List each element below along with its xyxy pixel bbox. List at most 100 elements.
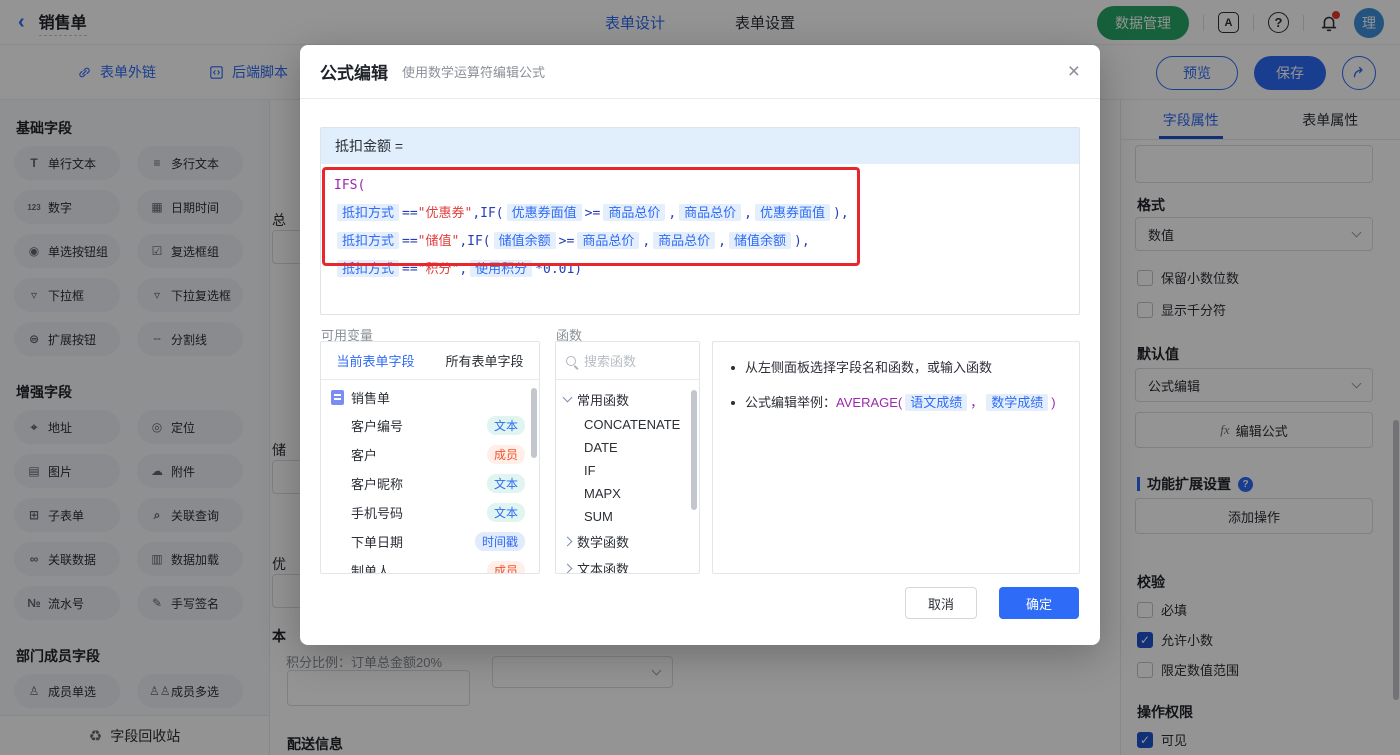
field-chip: 优惠券面值: [507, 204, 582, 221]
var-field-row[interactable]: 客户编号 文本: [321, 411, 539, 440]
modal-footer: 取消 确定: [905, 587, 1079, 619]
formula-token: >=: [559, 234, 575, 249]
form-icon: [331, 390, 344, 405]
function-item[interactable]: DATE: [556, 436, 699, 459]
formula-token: ,: [744, 206, 752, 221]
formula-token: >=: [585, 206, 601, 221]
var-field-row[interactable]: 客户昵称 文本: [321, 469, 539, 498]
modal-title: 公式编辑: [320, 59, 388, 84]
formula-token: ,: [668, 206, 676, 221]
field-chip: 使用积分: [470, 260, 532, 277]
cancel-button[interactable]: 取消: [905, 587, 977, 619]
formula-token: ),: [794, 234, 810, 249]
tip-example-line: 公式编辑举例：AVERAGE(语文成绩，数学成绩): [731, 393, 1061, 413]
example-prefix: 公式编辑举例：: [745, 395, 836, 410]
field-chip: 储值余额: [494, 232, 556, 249]
formula-token: ,IF(: [459, 234, 490, 249]
formula-code-area[interactable]: IFS(抵扣方式=="优惠券",IF(优惠券面值>=商品总价,商品总价,优惠券面…: [321, 164, 1079, 291]
modal-subtitle: 使用数学运算符编辑公式: [402, 62, 545, 81]
formula-token: ,IF(: [472, 206, 503, 221]
form-node[interactable]: 销售单: [321, 380, 539, 411]
formula-editor[interactable]: 抵扣金额 = IFS(抵扣方式=="优惠券",IF(优惠券面值>=商品总价,商品…: [320, 127, 1080, 315]
function-group-expanded[interactable]: 常用函数: [556, 386, 699, 413]
function-group-collapsed[interactable]: 文本函数: [556, 555, 699, 574]
field-chip: 商品总价: [653, 232, 715, 249]
function-group-collapsed[interactable]: 数学函数: [556, 528, 699, 555]
function-search[interactable]: 搜索函数: [556, 342, 699, 380]
function-group-name: 文本函数: [577, 559, 629, 574]
function-item[interactable]: SUM: [556, 505, 699, 528]
field-chip: 商品总价: [577, 232, 639, 249]
modal-header: 公式编辑 使用数学运算符编辑公式 ×: [300, 45, 1100, 99]
chevron-down-icon: [563, 393, 573, 403]
bullet-icon: [731, 366, 735, 370]
functions-scrollbar[interactable]: [691, 390, 697, 510]
var-field-badge: 文本: [487, 474, 525, 493]
field-chip: 抵扣方式: [337, 260, 399, 277]
var-field-row[interactable]: 制单人 成员: [321, 556, 539, 574]
field-chip: 商品总价: [679, 204, 741, 221]
tip-line: 从左侧面板选择字段名和函数，或输入函数: [731, 358, 1061, 378]
example-function: AVERAGE(: [836, 395, 902, 410]
var-field-row[interactable]: 客户 成员: [321, 440, 539, 469]
variables-panel: 当前表单字段 所有表单字段 销售单 客户编号文本客户成员客户昵称文本手机号码文本…: [320, 341, 540, 574]
formula-token: ,: [718, 234, 726, 249]
var-field-name: 客户昵称: [351, 474, 403, 493]
formula-line: 抵扣方式=="积分",使用积分*0.01): [334, 255, 1066, 283]
var-field-name: 手机号码: [351, 503, 403, 522]
functions-panel: 搜索函数 常用函数 CONCATENATEDATEIFMAPXSUM 数学函数文本函…: [555, 341, 700, 574]
var-field-badge: 成员: [487, 561, 525, 574]
example-close: ): [1051, 395, 1055, 410]
function-group-name: 数学函数: [577, 532, 629, 551]
field-chip: 抵扣方式: [337, 204, 399, 221]
tab-all-form-fields[interactable]: 所有表单字段: [430, 342, 539, 379]
var-field-badge: 文本: [487, 416, 525, 435]
field-chip: 抵扣方式: [337, 232, 399, 249]
search-placeholder: 搜索函数: [584, 351, 636, 370]
formula-token: "优惠券": [418, 206, 473, 221]
var-field-name: 客户: [351, 445, 377, 464]
tab-current-form-fields[interactable]: 当前表单字段: [321, 342, 430, 379]
field-chip: 储值余额: [729, 232, 791, 249]
var-field-row[interactable]: 下单日期 时间戳: [321, 527, 539, 556]
formula-target: 抵扣金额 =: [321, 128, 1079, 164]
formula-token: ,: [459, 262, 467, 277]
formula-token: ==: [402, 262, 418, 277]
tip-example: 公式编辑举例：AVERAGE(语文成绩，数学成绩): [745, 393, 1056, 413]
variables-tabs: 当前表单字段 所有表单字段: [321, 342, 539, 380]
formula-token: *0.01): [535, 262, 582, 277]
help-panel: 从左侧面板选择字段名和函数，或输入函数 公式编辑举例：AVERAGE(语文成绩，…: [712, 341, 1080, 574]
formula-token: ,: [642, 234, 650, 249]
variables-scrollbar[interactable]: [531, 388, 537, 458]
var-field-badge: 文本: [487, 503, 525, 522]
chevron-right-icon: [563, 537, 573, 547]
app-screen: ‹ 销售单 表单设计 表单设置 数据管理 A ? 理 表单外链 后端脚本: [0, 0, 1400, 755]
var-field-name: 制单人: [351, 561, 390, 574]
example-field-chip: 数学成绩: [986, 394, 1048, 411]
var-field-badge: 成员: [487, 445, 525, 464]
formula-line: IFS(: [334, 172, 1066, 199]
var-field-row[interactable]: 手机号码 文本: [321, 498, 539, 527]
function-item[interactable]: MAPX: [556, 482, 699, 505]
example-comma: ，: [970, 395, 983, 410]
tip-text: 从左侧面板选择字段名和函数，或输入函数: [745, 358, 992, 378]
formula-token: "积分": [418, 262, 460, 277]
var-field-name: 下单日期: [351, 532, 403, 551]
chevron-right-icon: [563, 564, 573, 574]
bullet-icon: [731, 401, 735, 405]
search-icon: [566, 356, 576, 366]
field-chip: 商品总价: [603, 204, 665, 221]
var-field-name: 客户编号: [351, 416, 403, 435]
confirm-button[interactable]: 确定: [999, 587, 1079, 619]
var-field-badge: 时间戳: [475, 532, 525, 551]
function-group-name: 常用函数: [577, 390, 629, 409]
formula-editor-modal: 公式编辑 使用数学运算符编辑公式 × 抵扣金额 = IFS(抵扣方式=="优惠券…: [300, 45, 1100, 645]
field-chip: 优惠券面值: [755, 204, 830, 221]
function-item[interactable]: CONCATENATE: [556, 413, 699, 436]
function-item[interactable]: IF: [556, 459, 699, 482]
formula-token: ==: [402, 206, 418, 221]
close-icon[interactable]: ×: [1068, 61, 1080, 82]
formula-token: ==: [402, 234, 418, 249]
formula-token: "储值": [418, 234, 460, 249]
formula-line: 抵扣方式=="优惠券",IF(优惠券面值>=商品总价,商品总价,优惠券面值),: [334, 199, 1066, 227]
